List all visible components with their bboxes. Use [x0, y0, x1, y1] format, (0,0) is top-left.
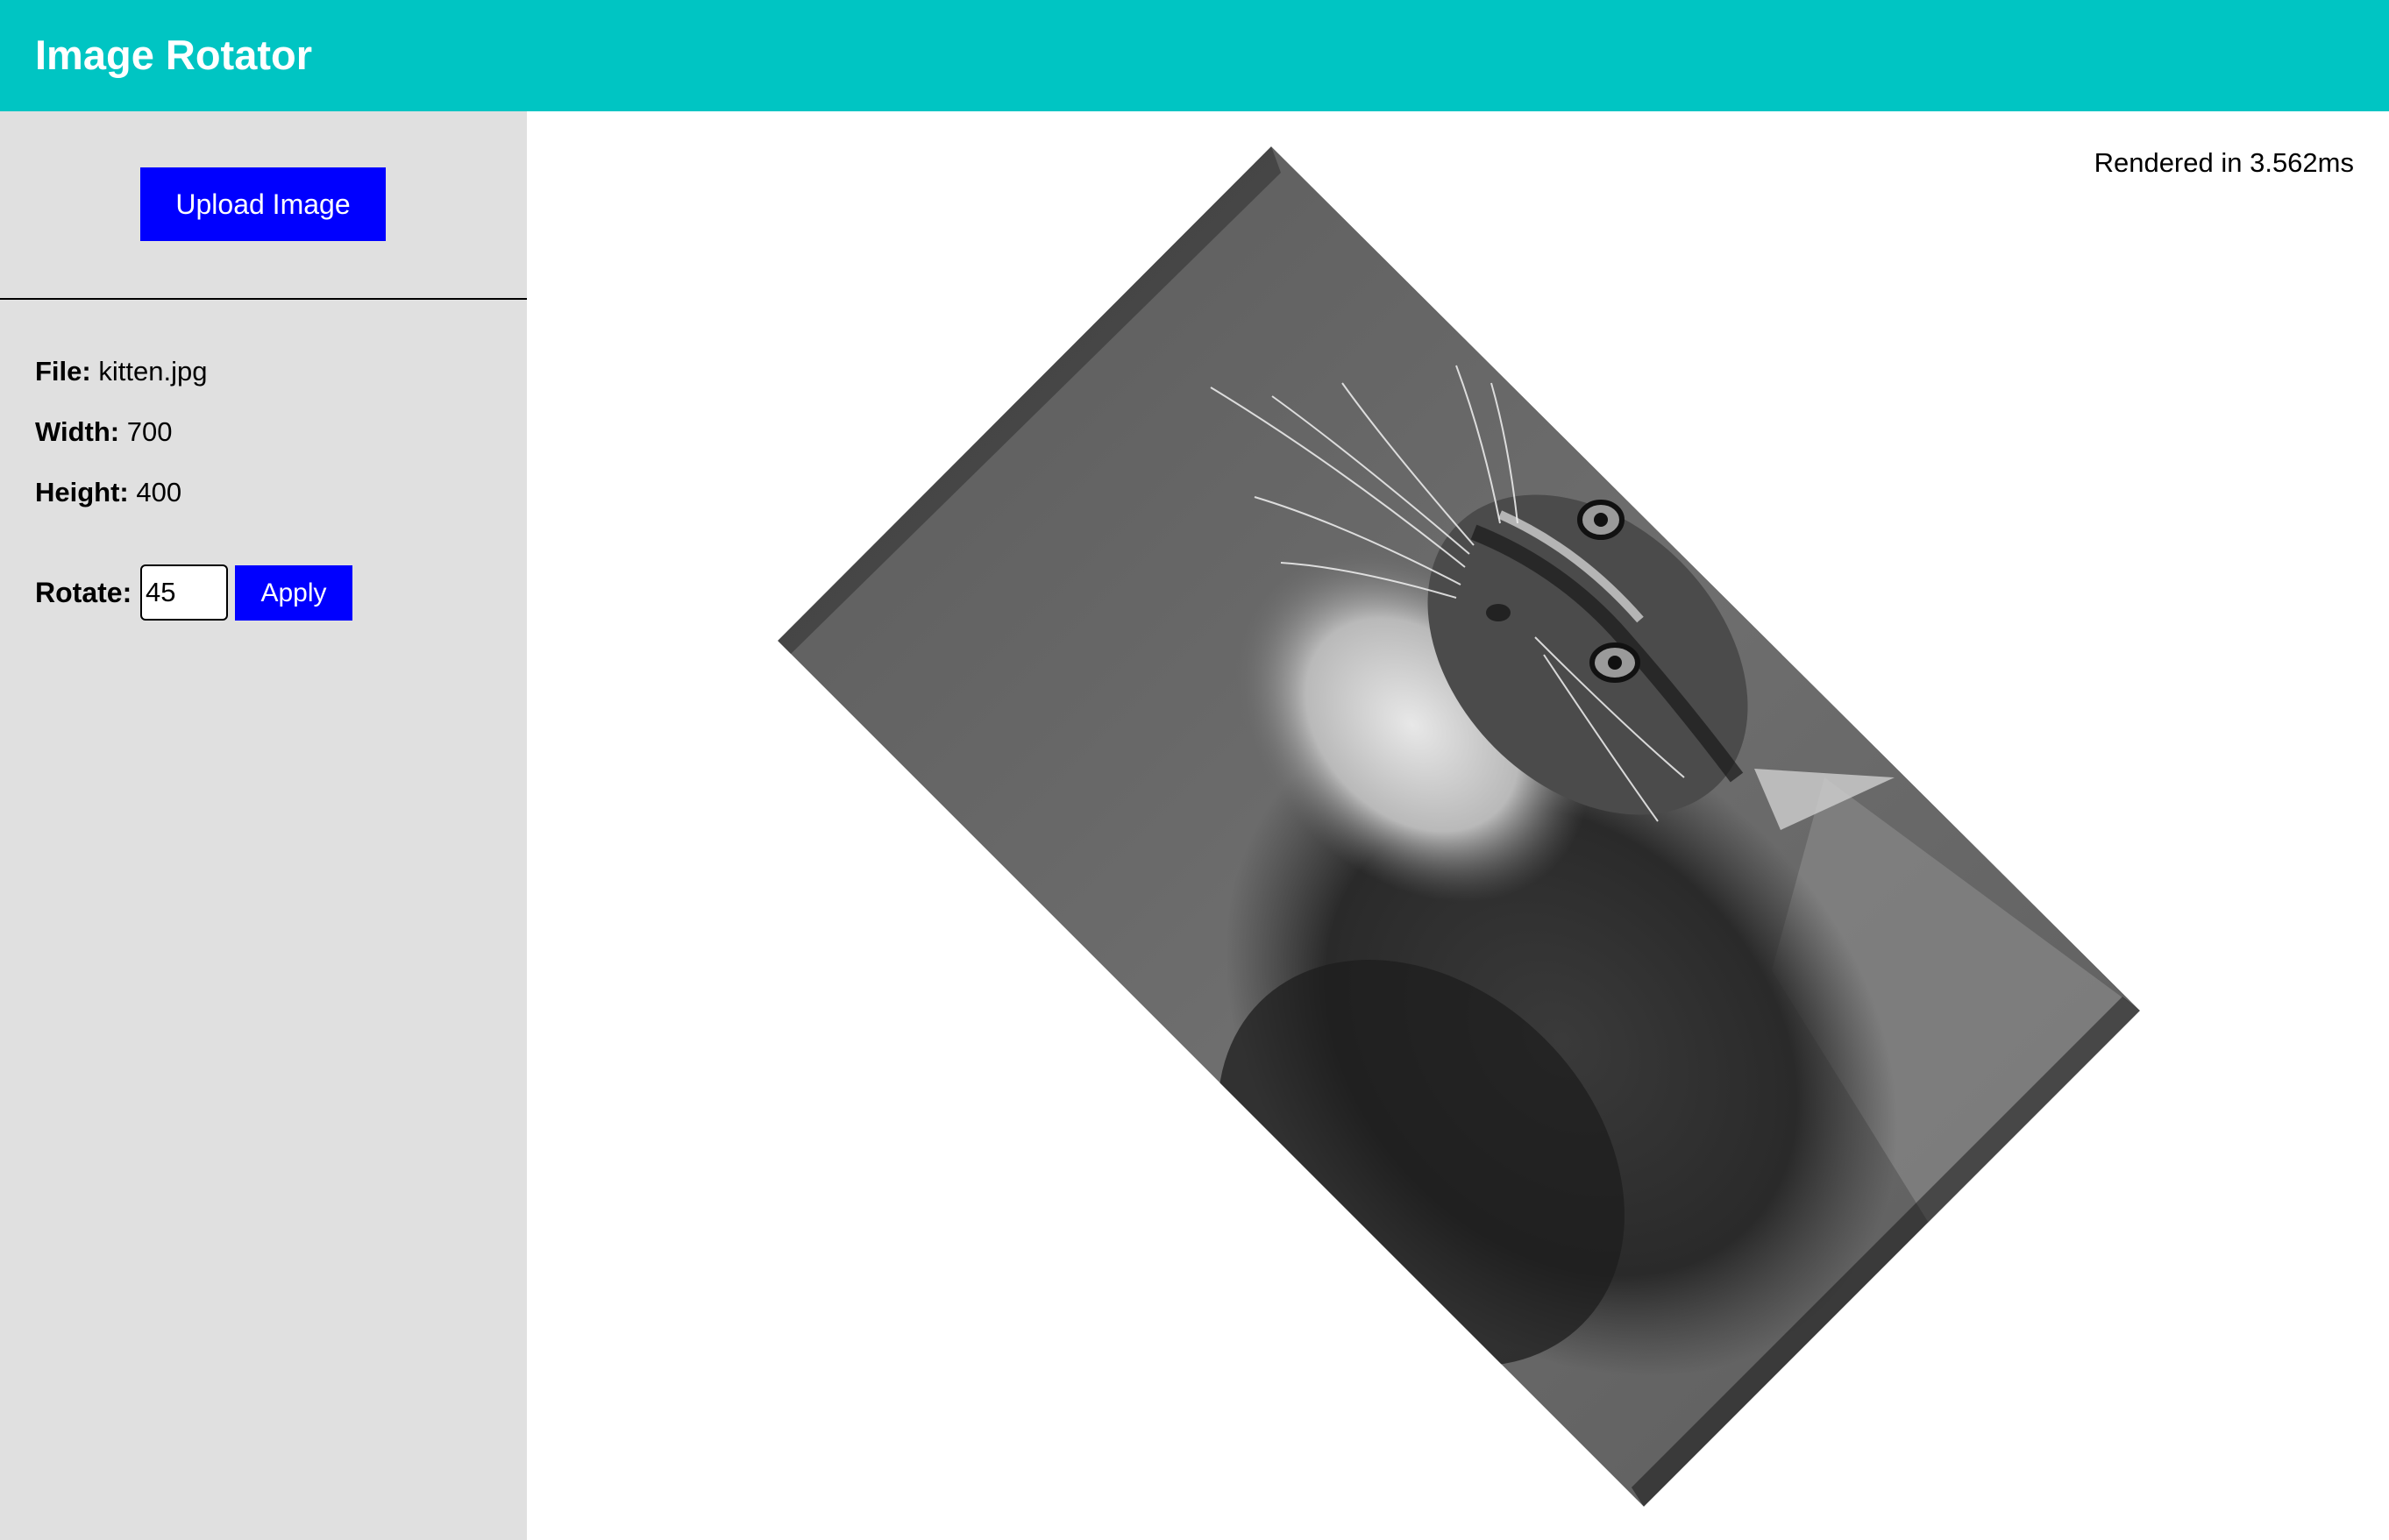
width-label: Width: — [35, 416, 120, 447]
sidebar: Upload Image File: kitten.jpg Width: 700… — [0, 111, 527, 1540]
file-label: File: — [35, 356, 91, 387]
width-value: 700 — [126, 416, 173, 447]
app-header: Image Rotator — [0, 0, 2389, 111]
rotate-label: Rotate: — [35, 577, 132, 608]
sidebar-divider — [0, 298, 527, 300]
file-value: kitten.jpg — [98, 356, 208, 387]
upload-image-button[interactable]: Upload Image — [140, 167, 386, 241]
height-value: 400 — [136, 477, 182, 507]
height-label: Height: — [35, 477, 129, 507]
file-info: File: kitten.jpg — [35, 354, 207, 389]
image-canvas-area: Rendered in 3.562ms — [527, 111, 2389, 1540]
rotate-angle-input[interactable] — [140, 564, 228, 621]
app-title: Image Rotator — [35, 32, 312, 78]
rotated-image — [778, 146, 2140, 1507]
apply-button[interactable]: Apply — [235, 565, 352, 621]
kitten-photo — [778, 146, 2140, 1507]
width-info: Width: 700 — [35, 415, 172, 450]
height-info: Height: 400 — [35, 475, 181, 510]
rotate-controls: Rotate: Apply — [35, 564, 526, 621]
